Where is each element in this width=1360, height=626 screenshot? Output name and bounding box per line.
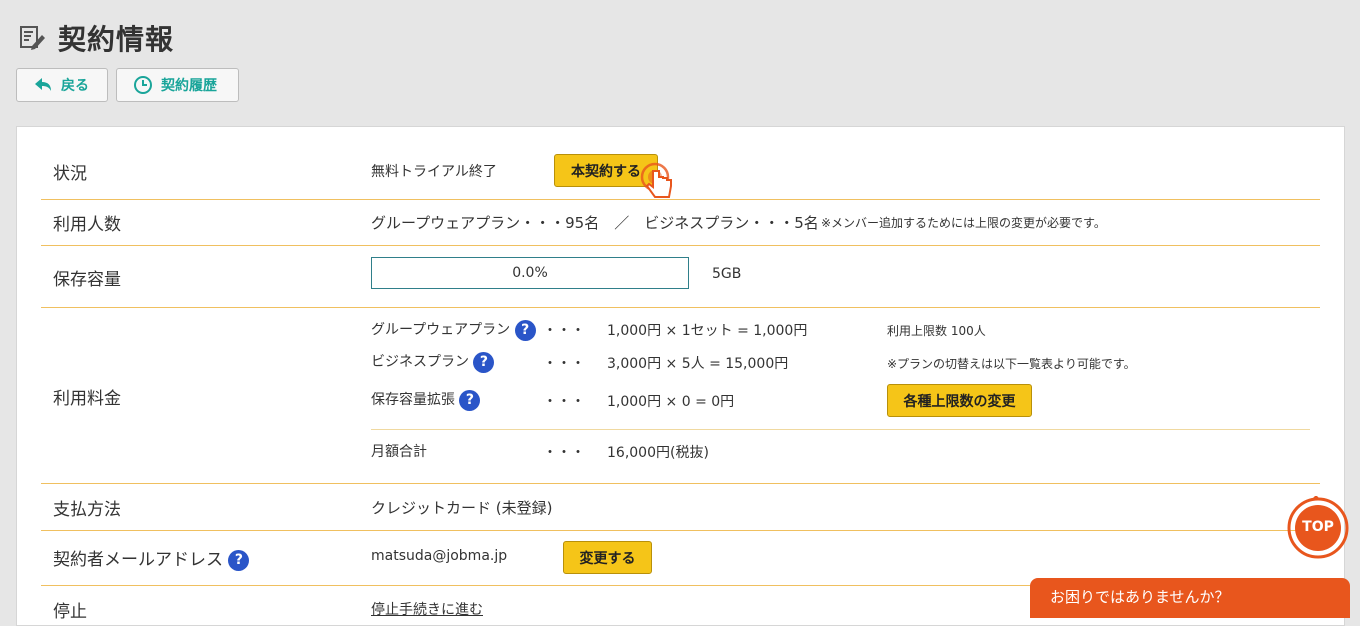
fee-item-calc: 3,000円 × 5人 = 15,000円 bbox=[607, 356, 789, 372]
fee-item-name: グループウェアプラン ? bbox=[371, 319, 536, 341]
stop-label: 停止 bbox=[53, 602, 87, 622]
payment-label: 支払方法 bbox=[53, 500, 121, 520]
subscribe-button-label: 本契約する bbox=[571, 163, 641, 180]
status-label: 状況 bbox=[53, 164, 87, 184]
fee-item-name: 保存容量拡張 ? bbox=[371, 389, 481, 411]
help-icon[interactable]: ? bbox=[514, 319, 536, 341]
change-email-button[interactable]: 変更する bbox=[563, 541, 652, 574]
history-button[interactable]: 契約履歴 bbox=[116, 68, 239, 102]
storage-progress-bar: 0.0% bbox=[371, 257, 689, 289]
fees-total-label: 月額合計 bbox=[371, 444, 427, 460]
help-icon[interactable]: ? bbox=[459, 389, 481, 411]
fee-item-note: 利用上限数 100人 bbox=[887, 324, 986, 338]
change-limits-button-label: 各種上限数の変更 bbox=[903, 393, 1016, 410]
clock-icon bbox=[134, 76, 152, 94]
storage-capacity: 5GB bbox=[712, 266, 742, 282]
scroll-top-label: TOP bbox=[1302, 519, 1334, 535]
email-value: matsuda@jobma.jp bbox=[371, 548, 508, 564]
fee-item-note: ※プランの切替えは以下一覧表より可能です。 bbox=[887, 357, 1136, 371]
back-button-label: 戻る bbox=[61, 78, 89, 94]
fees-total-value: 16,000円(税抜) bbox=[607, 445, 709, 461]
fee-item-dots: ・・・ bbox=[543, 323, 585, 339]
stop-link[interactable]: 停止手続きに進む bbox=[371, 599, 483, 619]
storage-label: 保存容量 bbox=[53, 270, 121, 290]
users-note: ※メンバー追加するためには上限の変更が必要です。 bbox=[821, 216, 1106, 230]
help-icon[interactable]: ? bbox=[228, 549, 250, 571]
fee-item-calc: 1,000円 × 1セット = 1,000円 bbox=[607, 323, 808, 339]
page-title: 契約情報 bbox=[58, 23, 175, 56]
storage-progress-text: 0.0% bbox=[512, 265, 548, 281]
contract-panel: 状況 無料トライアル終了 本契約する 利用人数 グループウェアプラン・・・95名… bbox=[16, 126, 1345, 626]
back-button[interactable]: 戻る bbox=[16, 68, 108, 102]
row-payment: 支払方法 クレジットカード (未登録) bbox=[41, 484, 1320, 531]
row-status: 状況 無料トライアル終了 本契約する bbox=[41, 127, 1320, 200]
row-fees: 利用料金 グループウェアプラン ? ・・・ 1,000円 × 1セット = 1,… bbox=[41, 308, 1320, 484]
fees-inner-divider bbox=[371, 429, 1310, 430]
nav-buttons: 戻る 契約履歴 bbox=[16, 68, 239, 102]
fees-label: 利用料金 bbox=[53, 389, 121, 409]
change-email-button-label: 変更する bbox=[579, 550, 636, 567]
help-icon[interactable]: ? bbox=[473, 351, 495, 373]
change-limits-button[interactable]: 各種上限数の変更 bbox=[887, 384, 1032, 417]
fee-item-calc: 1,000円 × 0 = 0円 bbox=[607, 394, 735, 410]
help-chat-bar[interactable]: お困りではありませんか？ bbox=[1030, 578, 1350, 618]
fee-item-name: ビジネスプラン ? bbox=[371, 351, 495, 373]
status-value: 無料トライアル終了 bbox=[371, 164, 497, 180]
back-arrow-icon bbox=[35, 78, 51, 91]
fee-item-dots: ・・・ bbox=[543, 394, 585, 410]
users-label: 利用人数 bbox=[53, 215, 121, 235]
page-header: 契約情報 bbox=[18, 18, 174, 58]
fees-total-dots: ・・・ bbox=[543, 445, 585, 461]
edit-document-icon bbox=[20, 26, 45, 50]
email-label: 契約者メールアドレス ? bbox=[53, 545, 250, 571]
scroll-top-button[interactable]: TOP bbox=[1286, 495, 1350, 560]
payment-value: クレジットカード (未登録) bbox=[371, 499, 553, 517]
users-value: グループウェアプラン・・・95名 ／ ビジネスプラン・・・5名 bbox=[371, 214, 819, 232]
row-users: 利用人数 グループウェアプラン・・・95名 ／ ビジネスプラン・・・5名 ※メン… bbox=[41, 199, 1320, 246]
pointer-hand-icon bbox=[640, 162, 672, 198]
row-storage: 保存容量 0.0% 5GB bbox=[41, 246, 1320, 308]
fee-item-dots: ・・・ bbox=[543, 356, 585, 372]
history-button-label: 契約履歴 bbox=[161, 78, 217, 94]
help-chat-label: お困りではありませんか？ bbox=[1050, 588, 1230, 606]
